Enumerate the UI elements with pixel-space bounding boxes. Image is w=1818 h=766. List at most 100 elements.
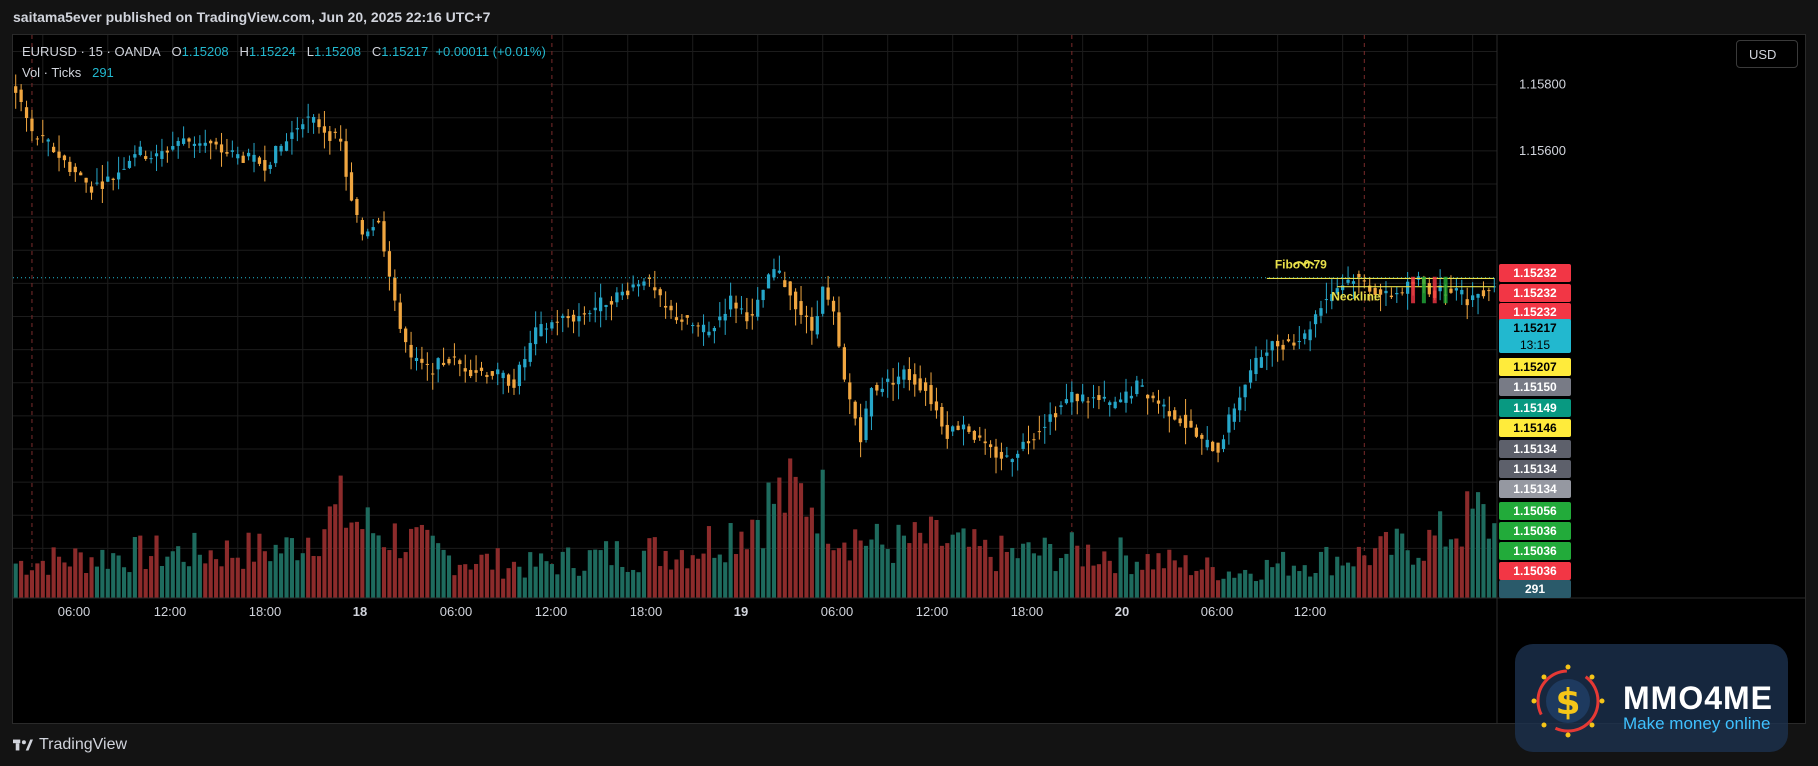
watermark-subtitle: Make money online <box>1623 714 1771 733</box>
volume-bar <box>571 568 576 598</box>
candle-body <box>1091 397 1096 399</box>
candle-body <box>1021 441 1025 449</box>
candle-body <box>1281 344 1285 350</box>
volume-bar <box>1313 572 1318 598</box>
candle-body <box>95 182 99 184</box>
candle-body <box>631 284 635 288</box>
candle-body <box>1227 414 1231 433</box>
volume-bar <box>436 543 441 598</box>
volume-bar <box>170 551 175 598</box>
candle-body <box>1108 402 1112 406</box>
volume-bar <box>1134 561 1139 598</box>
volume-bar <box>755 519 760 598</box>
candle-body <box>479 367 484 371</box>
volume-bar <box>652 537 657 598</box>
candle-body <box>523 359 527 368</box>
candle-body <box>826 287 830 300</box>
volume-bar <box>1042 537 1047 598</box>
volume-bar <box>1026 542 1031 598</box>
chart-pane[interactable]: Fibo 0.79Neckline1.158001.156001.144001.… <box>12 34 1806 724</box>
currency-button[interactable]: USD <box>1736 40 1798 68</box>
volume-bar <box>457 564 462 598</box>
volume-bar <box>13 563 18 598</box>
volume-bar <box>371 533 376 598</box>
symbol-label[interactable]: EURUSD · 15 · OANDA <box>22 44 161 59</box>
candle-body <box>1395 293 1399 295</box>
volume-bar <box>1410 564 1416 598</box>
volume-bar <box>961 528 966 598</box>
candle-body <box>165 150 169 153</box>
volume-value: 291 <box>92 65 114 80</box>
volume-bar <box>1102 551 1107 598</box>
candle-body <box>496 369 500 375</box>
candle-body <box>1471 295 1475 301</box>
candle-body <box>534 327 538 345</box>
volume-bar <box>84 573 89 598</box>
volume-bar <box>354 521 359 598</box>
volume-bar <box>842 542 847 598</box>
tradingview-logo[interactable]: TradingView <box>13 736 127 754</box>
x-tick-label: 12:00 <box>535 604 568 619</box>
price-chart[interactable]: Fibo 0.79Neckline1.158001.156001.144001.… <box>13 35 1806 724</box>
candle-body <box>961 424 966 430</box>
candle-body <box>1064 399 1069 404</box>
candle-body <box>214 141 218 145</box>
candle-body <box>620 291 624 296</box>
candle-body <box>333 131 337 133</box>
volume-bar <box>1405 550 1410 598</box>
volume-bar <box>1394 528 1399 598</box>
watermark-title: MMO4ME <box>1623 680 1773 716</box>
candle-body <box>225 152 229 154</box>
tradingview-brand: TradingView <box>39 736 128 753</box>
volume-label[interactable]: Vol · Ticks <box>22 65 81 80</box>
candle-body <box>230 150 234 152</box>
candle-body <box>1276 340 1280 347</box>
candle-body <box>1151 395 1155 399</box>
volume-bar <box>1443 546 1448 598</box>
candle-body <box>301 124 305 130</box>
candle-body <box>539 324 543 337</box>
price-label-text: 291 <box>1525 582 1545 596</box>
price-label-text: 1.15232 <box>1513 305 1557 319</box>
candle-body <box>864 408 868 441</box>
volume-bar <box>820 469 825 598</box>
volume-bar <box>89 557 94 598</box>
candle-body <box>1167 411 1171 417</box>
candle-body <box>858 417 863 443</box>
candle-body <box>144 156 148 159</box>
volume-bar <box>956 532 961 598</box>
candle-body <box>1194 427 1199 437</box>
price-label-text: 1.15217 <box>1513 321 1557 335</box>
volume-bar <box>1335 556 1340 598</box>
candle-body <box>1037 431 1041 433</box>
candle-body <box>349 172 354 201</box>
candle-body <box>1178 418 1182 424</box>
candle-body <box>1389 295 1394 298</box>
volume-bar <box>430 535 435 598</box>
volume-bar <box>214 559 219 598</box>
candle-body <box>582 313 587 315</box>
candle-body <box>907 369 911 381</box>
volume-bar <box>696 558 701 598</box>
candle-body <box>696 325 700 327</box>
volume-bar <box>246 532 251 598</box>
candle-body <box>1135 380 1139 395</box>
candle-body <box>452 356 457 358</box>
volume-bar <box>701 553 706 598</box>
candle-body <box>718 316 722 321</box>
candle-body <box>463 368 467 372</box>
candle-body <box>636 284 641 287</box>
volume-bar <box>1053 571 1058 598</box>
volume-bar <box>409 528 414 598</box>
volume-bar <box>853 529 858 598</box>
candle-body <box>940 406 944 427</box>
volume-bar <box>1188 575 1194 598</box>
volume-bar <box>706 526 712 598</box>
candle-body <box>934 401 939 411</box>
candle-body <box>1465 299 1469 306</box>
volume-bar <box>891 562 896 598</box>
candle-body <box>528 342 532 362</box>
volume-bar <box>349 522 354 598</box>
volume-bar <box>441 549 446 598</box>
candle-body <box>544 328 549 330</box>
